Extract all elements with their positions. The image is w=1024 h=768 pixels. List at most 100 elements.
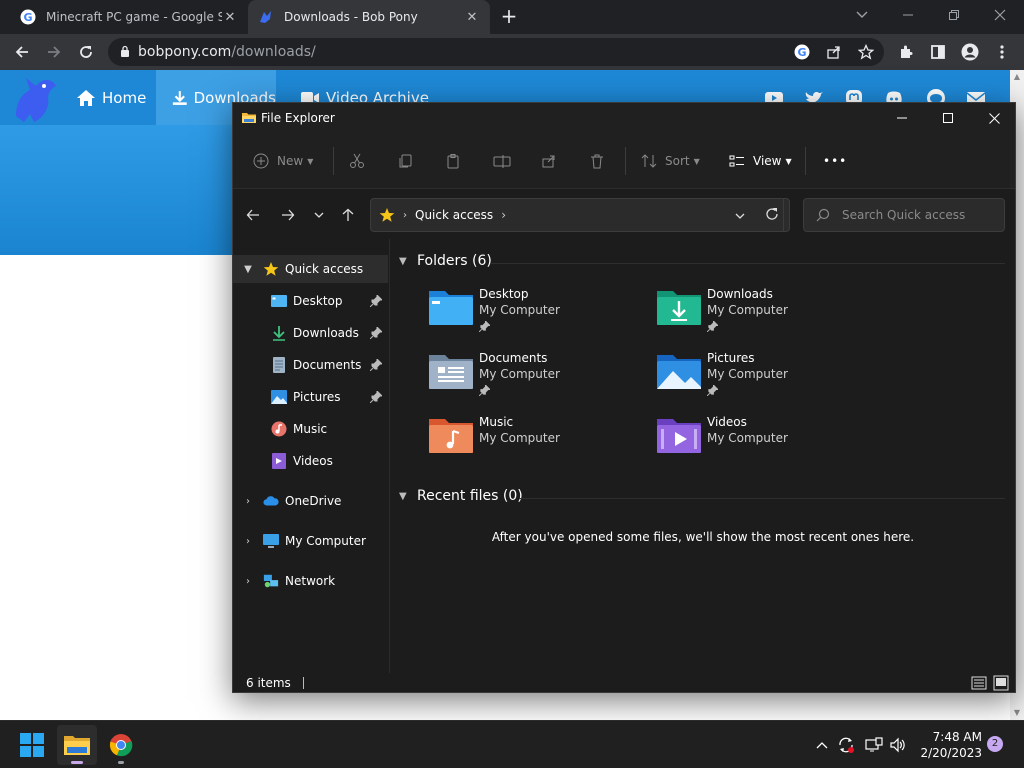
taskbar: 7:48 AM 2/20/2023 xyxy=(0,720,1024,768)
taskbar-chrome[interactable] xyxy=(101,725,141,765)
pin-icon xyxy=(370,295,382,307)
item-count: 6 items xyxy=(246,676,291,690)
pin-icon xyxy=(370,391,382,403)
taskbar-file-explorer[interactable] xyxy=(57,725,97,765)
folder-documents[interactable]: Documents My Computer xyxy=(429,351,649,407)
large-icons-view-icon[interactable] xyxy=(993,675,1009,694)
separator xyxy=(805,147,806,175)
details-view-icon[interactable] xyxy=(971,675,987,694)
download-icon xyxy=(172,90,187,105)
tab-search-icon[interactable] xyxy=(840,0,884,30)
show-hidden-icons-chevron-icon[interactable] xyxy=(812,735,832,755)
videos-icon xyxy=(271,453,287,469)
desktop-icon xyxy=(271,293,287,309)
reload-icon[interactable] xyxy=(74,40,98,64)
folders-section-header[interactable]: ▼ Folders (6) xyxy=(399,253,492,269)
pin-icon xyxy=(370,327,382,339)
refresh-icon[interactable] xyxy=(765,207,779,224)
svg-text:G: G xyxy=(23,11,32,24)
status-bar: 6 items xyxy=(233,673,1015,693)
google-lens-icon[interactable]: G xyxy=(790,40,814,64)
share-icon[interactable] xyxy=(541,149,557,173)
start-button[interactable] xyxy=(12,725,52,765)
explorer-maximize-icon[interactable] xyxy=(925,103,971,133)
folder-videos[interactable]: Videos My Computer xyxy=(657,415,877,471)
bookmark-star-icon[interactable] xyxy=(854,40,878,64)
download-icon xyxy=(271,325,287,341)
clock-time: 7:48 AM xyxy=(932,730,982,744)
desktop-folder-icon xyxy=(429,291,473,325)
cut-icon[interactable] xyxy=(349,149,365,173)
recent-locations-icon[interactable] xyxy=(309,205,329,225)
sidebar-item-music[interactable]: Music xyxy=(233,415,388,443)
sidebar-item-desktop[interactable]: Desktop xyxy=(233,287,388,315)
close-tab-icon[interactable]: ✕ xyxy=(464,9,480,25)
sidebar-item-onedrive[interactable]: › OneDrive xyxy=(233,487,388,515)
navigation-bar: › Quick access › Search Quick access xyxy=(233,189,1015,239)
url-text: bobpony.com/downloads/ xyxy=(138,44,316,60)
explorer-minimize-icon[interactable] xyxy=(879,103,925,133)
sidebar-item-network[interactable]: › Network xyxy=(233,567,388,595)
music-folder-icon xyxy=(429,419,473,453)
navigation-pane: ▼ Quick access Desktop Downloads Documen… xyxy=(233,239,390,673)
paste-icon[interactable] xyxy=(445,149,461,173)
new-button[interactable]: New ▼ xyxy=(253,149,313,173)
folder-downloads[interactable]: Downloads My Computer xyxy=(657,287,877,343)
folder-pictures[interactable]: Pictures My Computer xyxy=(657,351,877,407)
scroll-down-icon[interactable]: ▼ xyxy=(1010,706,1024,720)
file-explorer-window: File Explorer New ▼ Sort ▼ View ▼ ••• › … xyxy=(232,102,1016,693)
nav-home-link[interactable]: Home xyxy=(76,70,158,125)
volume-icon[interactable] xyxy=(888,735,908,755)
sidebar-item-downloads[interactable]: Downloads xyxy=(233,319,388,347)
sidebar-item-my-computer[interactable]: › My Computer xyxy=(233,527,388,555)
system-clock[interactable]: 7:48 AM 2/20/2023 xyxy=(912,729,982,761)
more-options-button[interactable]: ••• xyxy=(823,149,847,173)
tab-minecraft[interactable]: G Minecraft PC game - Google Sea ✕ xyxy=(10,0,248,34)
tab-bobpony-downloads[interactable]: Downloads - Bob Pony ✕ xyxy=(248,0,490,34)
minimize-icon[interactable] xyxy=(886,0,930,30)
copy-icon[interactable] xyxy=(397,149,413,173)
network-status-icon[interactable] xyxy=(864,735,884,755)
restore-icon[interactable] xyxy=(932,0,976,30)
address-bar[interactable]: bobpony.com/downloads/ xyxy=(108,38,884,66)
sidebar-item-videos[interactable]: Videos xyxy=(233,447,388,475)
search-input[interactable]: Search Quick access xyxy=(803,198,1005,232)
recent-files-empty-message: After you've opened some files, we'll sh… xyxy=(491,530,915,544)
delete-icon[interactable] xyxy=(589,149,605,173)
forward-arrow-icon[interactable] xyxy=(278,205,298,225)
folder-music[interactable]: Music My Computer xyxy=(429,415,649,471)
sort-button[interactable]: Sort ▼ xyxy=(641,149,700,173)
view-button[interactable]: View ▼ xyxy=(729,149,792,173)
folder-desktop[interactable]: Desktop My Computer xyxy=(429,287,649,343)
recent-files-section-header[interactable]: ▼ Recent files (0) xyxy=(399,488,523,504)
sidebar-item-documents[interactable]: Documents xyxy=(233,351,388,379)
sidebar-item-pictures[interactable]: Pictures xyxy=(233,383,388,411)
sync-icon[interactable] xyxy=(836,735,856,755)
rename-icon[interactable] xyxy=(493,149,511,173)
address-history-icon[interactable] xyxy=(735,209,745,223)
side-panel-icon[interactable] xyxy=(926,40,950,64)
close-tab-icon[interactable]: ✕ xyxy=(222,9,238,25)
pictures-icon xyxy=(271,389,287,405)
notification-badge[interactable]: 2 xyxy=(987,736,1003,752)
tab-title: Downloads - Bob Pony xyxy=(284,10,418,24)
close-window-icon[interactable] xyxy=(978,0,1022,30)
breadcrumb-quick-access[interactable]: Quick access xyxy=(415,208,493,222)
breadcrumb-chevron-icon: › xyxy=(501,208,506,222)
scroll-up-icon[interactable]: ▲ xyxy=(1010,70,1024,84)
profile-icon[interactable] xyxy=(958,40,982,64)
menu-kebab-icon[interactable] xyxy=(990,40,1014,64)
bobpony-logo-icon[interactable] xyxy=(10,72,60,124)
up-arrow-icon[interactable] xyxy=(338,205,358,225)
extensions-icon[interactable] xyxy=(894,40,918,64)
search-icon xyxy=(816,208,830,222)
explorer-close-icon[interactable] xyxy=(971,103,1017,133)
share-icon[interactable] xyxy=(822,40,846,64)
explorer-title-bar[interactable]: File Explorer xyxy=(233,103,1015,133)
sidebar-item-quick-access[interactable]: ▼ Quick access xyxy=(233,255,388,283)
back-arrow-icon[interactable] xyxy=(243,205,263,225)
forward-icon[interactable] xyxy=(42,40,66,64)
back-icon[interactable] xyxy=(10,40,34,64)
address-bar[interactable]: › Quick access › xyxy=(370,198,790,232)
new-tab-button[interactable]: + xyxy=(498,6,520,28)
